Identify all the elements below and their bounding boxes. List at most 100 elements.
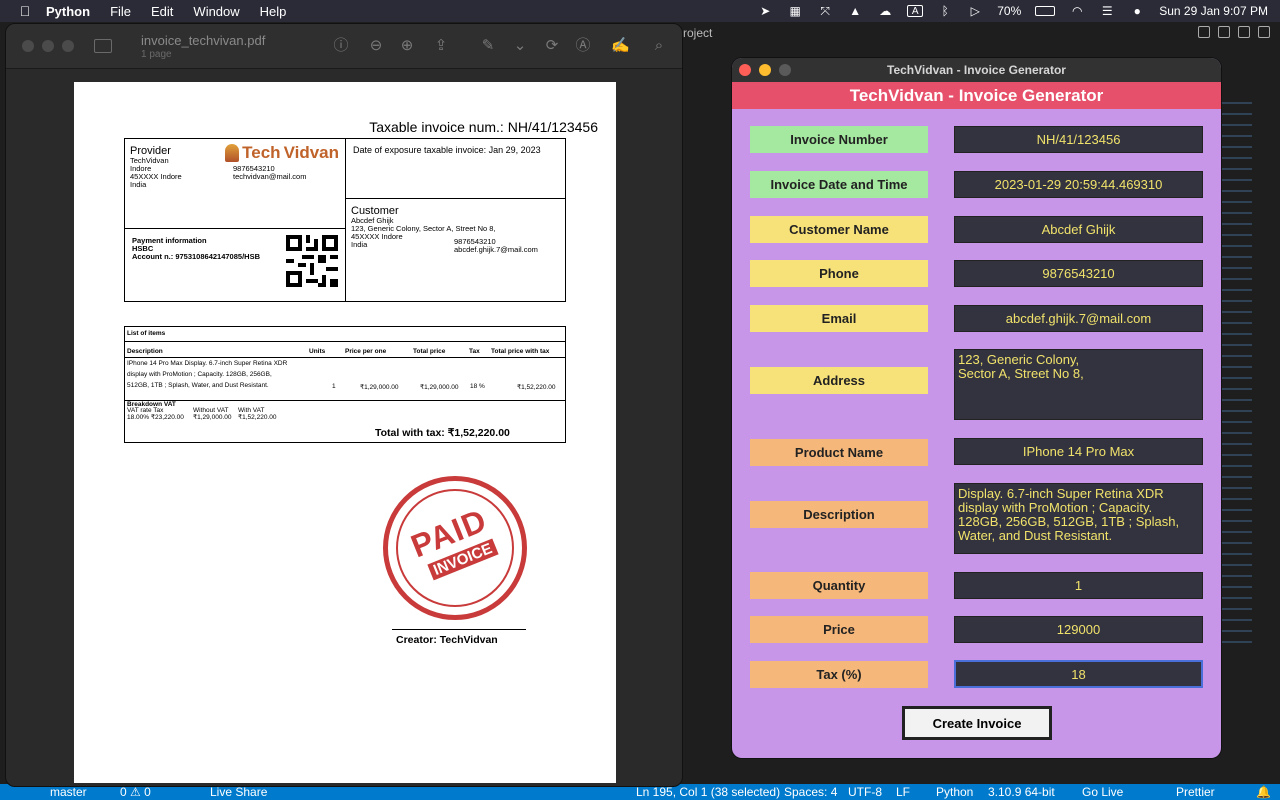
location-arrow-icon[interactable]: ➤ bbox=[757, 4, 773, 18]
col-description: Description bbox=[127, 348, 163, 355]
label-phone: Phone bbox=[750, 260, 928, 287]
layout-grid-icon[interactable] bbox=[1258, 26, 1270, 38]
create-invoice-button[interactable]: Create Invoice bbox=[902, 706, 1052, 740]
customer-email: abcdef.ghijk.7@mail.com bbox=[454, 245, 538, 254]
search-icon[interactable]: ⌕ bbox=[650, 37, 668, 55]
item-desc-line: 512GB, 1TB ; Splash, Water, and Dust Res… bbox=[127, 382, 269, 389]
item-units: 1 bbox=[332, 383, 336, 390]
layout-secondary-icon[interactable] bbox=[1238, 26, 1250, 38]
item-desc-line: display with ProMotion ; Capacity. 128GB… bbox=[127, 371, 272, 378]
menu-bar:  Python File Edit Window Help ➤ ▦ ⤧ ▲ ☁… bbox=[0, 0, 1280, 22]
invoice-date-input[interactable]: 2023-01-29 20:59:44.469310 bbox=[954, 171, 1203, 198]
menu-app-python[interactable]: Python bbox=[46, 4, 90, 19]
zoom-button[interactable] bbox=[779, 64, 791, 76]
date-exposure: Date of exposure taxable invoice: Jan 29… bbox=[353, 145, 541, 155]
item-tax: 18 % bbox=[470, 383, 485, 390]
status-menu: ➤ ▦ ⤧ ▲ ☁ A ᛒ ▷ 70% ◠ ☰ ● Sun 29 Jan 9:0… bbox=[757, 0, 1268, 22]
breakdown-val: 18.00% ₹23,220.00 bbox=[127, 414, 184, 421]
share-icon[interactable]: ⇪ bbox=[432, 37, 450, 55]
app-banner-title: TechVidvan - Invoice Generator bbox=[732, 82, 1221, 109]
chevron-down-icon[interactable]: ⌄ bbox=[511, 37, 529, 55]
email-input[interactable]: abcdef.ghijk.7@mail.com bbox=[954, 305, 1203, 332]
minimize-button[interactable] bbox=[42, 40, 54, 52]
col-tax: Tax bbox=[469, 348, 480, 355]
document-title[interactable]: invoice_techvivan.pdf bbox=[141, 33, 265, 48]
signature-icon[interactable]: ✍ bbox=[611, 37, 630, 55]
close-button[interactable] bbox=[22, 40, 34, 52]
label-invoice-date: Invoice Date and Time bbox=[750, 171, 928, 198]
info-icon[interactable]: ⓘ bbox=[332, 37, 350, 55]
bluetooth-icon[interactable]: ᛒ bbox=[937, 4, 953, 18]
markup-circle-icon[interactable]: Ⓐ bbox=[574, 37, 592, 55]
zoom-button[interactable] bbox=[62, 40, 74, 52]
product-name-input[interactable]: IPhone 14 Pro Max bbox=[954, 438, 1203, 465]
label-invoice-number: Invoice Number bbox=[750, 126, 928, 153]
quantity-input[interactable]: 1 bbox=[954, 572, 1203, 599]
menu-clock[interactable]: Sun 29 Jan 9:07 PM bbox=[1159, 4, 1268, 18]
label-address: Address bbox=[750, 367, 928, 394]
provider-line: India bbox=[130, 180, 147, 189]
menu-help[interactable]: Help bbox=[260, 4, 287, 19]
provider-box: Provider TechVidvan Indore 45XXXX Indore… bbox=[124, 138, 346, 229]
control-center-icon[interactable]: ☰ bbox=[1099, 4, 1115, 18]
input-source-icon[interactable]: A bbox=[907, 5, 924, 17]
layout-panel-icon[interactable] bbox=[1218, 26, 1230, 38]
customer-name-input[interactable]: Abcdef Ghijk bbox=[954, 216, 1203, 243]
logo-text: Tech bbox=[242, 143, 281, 162]
status-spaces[interactable]: Spaces: 4 bbox=[784, 784, 837, 800]
status-eol[interactable]: LF bbox=[896, 784, 910, 800]
col-total-tax: Total price with tax bbox=[491, 348, 550, 355]
qr-code-icon bbox=[286, 235, 338, 287]
menu-file[interactable]: File bbox=[110, 4, 131, 19]
invoice-number-input[interactable]: NH/41/123456 bbox=[954, 126, 1203, 153]
status-encoding[interactable]: UTF-8 bbox=[848, 784, 882, 800]
close-button[interactable] bbox=[739, 64, 751, 76]
status-language[interactable]: Python bbox=[936, 784, 973, 800]
minimize-button[interactable] bbox=[759, 64, 771, 76]
item-total-with-tax: ₹1,52,220.00 bbox=[517, 384, 556, 391]
fullscreen-icon[interactable]: ⤧ bbox=[817, 4, 833, 18]
item-total: ₹1,29,000.00 bbox=[420, 384, 459, 391]
label-quantity: Quantity bbox=[750, 572, 928, 599]
label-tax: Tax (%) bbox=[750, 661, 928, 688]
sidebar-toggle-icon[interactable] bbox=[94, 39, 112, 53]
layout-sidebar-icon[interactable] bbox=[1198, 26, 1210, 38]
address-textarea[interactable]: 123, Generic Colony, Sector A, Street No… bbox=[954, 349, 1203, 420]
customer-box: Customer Abcdef Ghijk 123, Generic Colon… bbox=[345, 198, 566, 302]
price-input[interactable]: 129000 bbox=[954, 616, 1203, 643]
col-price: Price per one bbox=[345, 348, 387, 355]
rotate-icon[interactable]: ⟳ bbox=[543, 37, 561, 55]
siri-icon[interactable]: ● bbox=[1129, 4, 1145, 18]
creator-label: Creator: TechVidvan bbox=[396, 634, 498, 646]
bell-icon[interactable]: 🔔 bbox=[1256, 784, 1271, 800]
col-units: Units bbox=[309, 348, 326, 355]
wifi-icon[interactable]: ◠ bbox=[1069, 4, 1085, 18]
col-total: Total price bbox=[413, 348, 446, 355]
phone-input[interactable]: 9876543210 bbox=[954, 260, 1203, 287]
status-go-live[interactable]: Go Live bbox=[1082, 784, 1123, 800]
items-table: List of items Description Units Price pe… bbox=[124, 326, 566, 443]
paid-invoice-stamp-icon: PAID INVOICE bbox=[383, 476, 527, 620]
items-heading: List of items bbox=[127, 330, 166, 337]
apple-logo-icon[interactable]:  bbox=[14, 3, 36, 19]
zoom-in-icon[interactable]: ⊕ bbox=[398, 37, 416, 55]
vlc-icon[interactable]: ▲ bbox=[847, 4, 863, 18]
breakdown-val: ₹1,52,220.00 bbox=[238, 414, 277, 421]
status-interpreter[interactable]: 3.10.9 64-bit bbox=[988, 784, 1055, 800]
tk-window-title: TechVidvan - Invoice Generator bbox=[887, 63, 1066, 77]
cloud-icon[interactable]: ☁ bbox=[877, 4, 893, 18]
menu-edit[interactable]: Edit bbox=[151, 4, 173, 19]
description-textarea[interactable]: Display. 6.7-inch Super Retina XDR displ… bbox=[954, 483, 1203, 554]
markup-pen-icon[interactable]: ✎ bbox=[479, 37, 497, 55]
label-description: Description bbox=[750, 501, 928, 528]
play-icon[interactable]: ▷ bbox=[967, 4, 983, 18]
status-prettier[interactable]: Prettier bbox=[1176, 784, 1215, 800]
invoice-generator-window: TechVidvan - Invoice Generator TechVidva… bbox=[732, 58, 1221, 758]
menu-window[interactable]: Window bbox=[193, 4, 239, 19]
android-icon[interactable]: ▦ bbox=[787, 4, 803, 18]
tax-input[interactable]: 18 bbox=[954, 660, 1203, 688]
battery-icon[interactable] bbox=[1035, 6, 1056, 16]
editor-layout-icons bbox=[1198, 26, 1270, 38]
pdf-page: Taxable invoice num.: NH/41/123456 Provi… bbox=[74, 82, 616, 783]
zoom-out-icon[interactable]: ⊖ bbox=[367, 37, 385, 55]
